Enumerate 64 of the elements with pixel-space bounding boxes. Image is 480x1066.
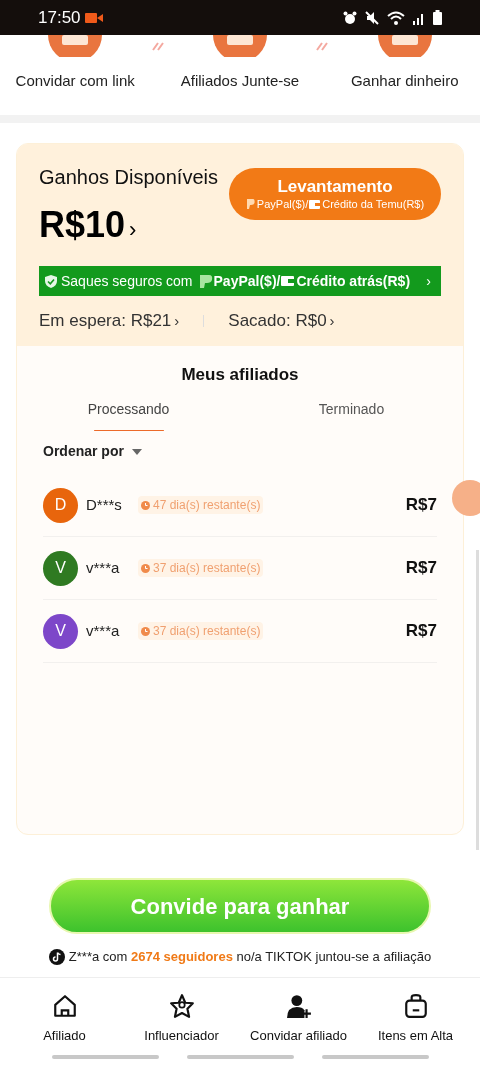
nav-tab[interactable]: Influenciador [123,992,240,1045]
affiliate-amount: R$7 [405,557,437,580]
credit-label: Crédito da Temu(R$) [322,197,425,211]
days-remaining: 37 dia(s) restante(s) [153,560,261,577]
paypal-label: PayPal($)/ [256,197,309,211]
nav-tab[interactable]: Itens em Alta [357,992,474,1045]
add-user-icon [285,992,312,1019]
mute-icon [365,10,379,25]
section-title: Meus afiliados [180,363,300,386]
caret-down-icon [131,448,142,455]
nav-tab[interactable]: Afiliado [6,992,123,1045]
alarm-icon [343,10,357,25]
earnings-amount: R$10 [39,203,126,247]
tiktok-icon [48,948,65,965]
step-icon [48,35,103,57]
video-recording-icon [84,11,103,24]
wifi-icon [387,10,405,25]
safe-withdrawal-banner[interactable]: Saques seguros com PayPal($)/ Crédito atrás(R$) › [39,266,441,296]
affiliate-name: v***a [86,620,121,641]
home-icon [51,992,78,1019]
paypal-label: PayPal($)/ [213,271,281,291]
chevron-icon: › [329,309,335,332]
affiliate-amount: R$7 [405,620,437,643]
affiliate-name: D***s [86,494,123,515]
clock-icon [141,500,150,510]
step-label: Convidar com link [15,71,135,91]
chevrons-icon [150,41,165,51]
avatar: V [43,613,78,649]
tab[interactable]: Terminado [240,399,463,431]
wallet-icon [281,276,295,286]
banner-text: Saques seguros com [61,271,193,291]
ticker-text: Z***a com 2674 seguidores no/a TIKTOK juntou-se a afiliação [68,948,432,966]
clock-icon [141,563,150,573]
chevron-icon: › [426,270,431,292]
days-remaining: 37 dia(s) restante(s) [153,623,261,640]
step-label: Afiliados Junte-se [180,71,300,91]
credit-label: Crédito atrás(R$) [296,271,411,291]
sort-label: Ordenar por [43,442,124,461]
avatar: D [43,487,78,523]
affiliate-name: v***a [86,557,121,578]
status-time: 17:50 [38,6,81,29]
nav-tab[interactable]: Convidar afiliado [240,992,357,1045]
affiliate-amount: R$7 [405,494,437,517]
avatar: V [43,550,78,586]
step-label: Ganhar dinheiro [350,71,459,91]
step-icon [377,35,432,57]
clock-icon [141,626,150,636]
tab[interactable]: Processando [17,399,240,431]
chevron-icon: › [174,309,180,332]
paypal-icon [245,199,255,209]
earnings-title: Ganhos Disponíveis [39,165,218,190]
withdraw-label: Levantamento [277,177,393,197]
days-remaining: 47 dia(s) restante(s) [153,497,261,514]
battery-icon [433,10,442,25]
chevrons-icon [315,41,330,51]
paypal-icon [197,274,214,288]
shield-check-icon [45,274,57,288]
wallet-icon [309,199,321,209]
chevron-icon: › [129,213,137,246]
bag-icon [402,992,429,1019]
step-icon [212,35,267,57]
pending-label: Em espera: R$21 [39,310,172,332]
withdrawn-label: Sacado: R$0 [228,310,327,332]
star-icon [168,992,195,1019]
